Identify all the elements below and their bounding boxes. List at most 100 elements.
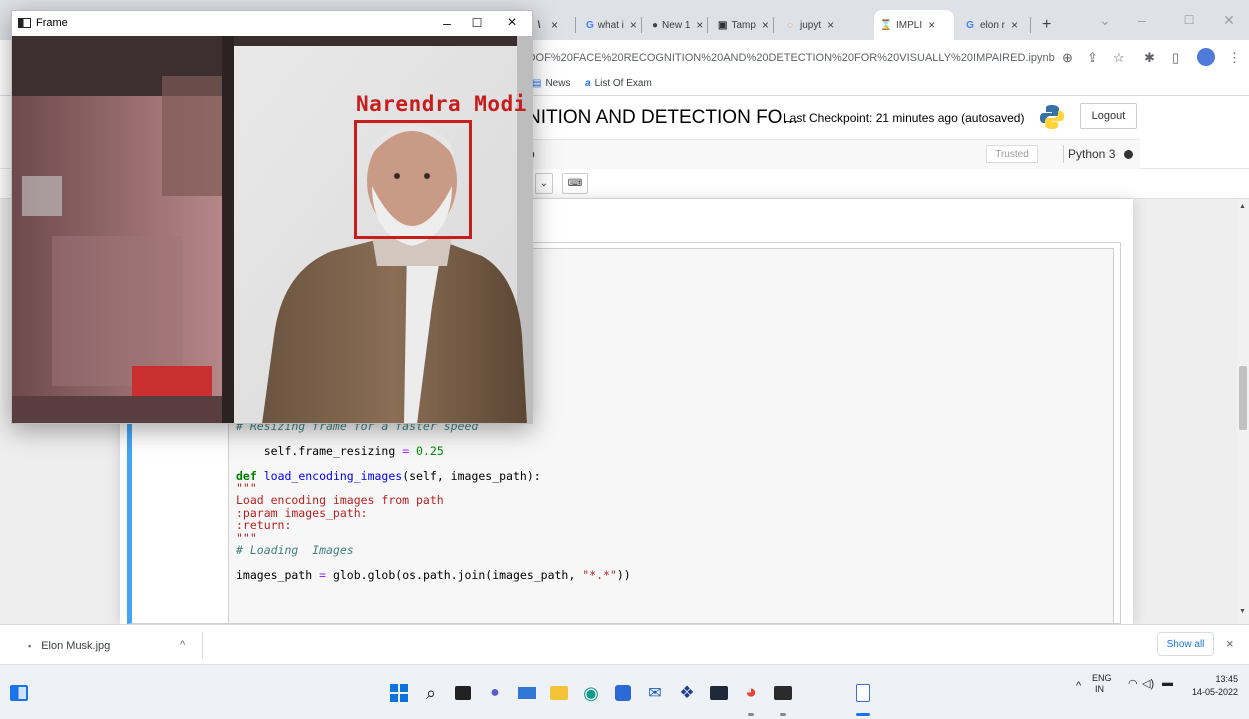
window-app-icon (18, 18, 31, 28)
chat-icon[interactable]: ● (484, 682, 506, 704)
bookmark-label: List Of Exam (594, 78, 652, 89)
widgets-icon[interactable] (8, 682, 30, 704)
task-view-icon[interactable] (452, 682, 474, 704)
code-line: self.frame_resizing = 0.25 (263, 443, 444, 458)
code-editor[interactable]: # Resizing frame for a faster speed self… (236, 420, 631, 581)
news-icon: ▤ (532, 78, 542, 89)
tab-separator (1030, 17, 1031, 33)
running-indicator (748, 713, 754, 716)
bookmark-list-of-exam[interactable]: a List Of Exam (585, 78, 652, 89)
store-icon[interactable] (612, 682, 634, 704)
tab-label: Tamp (731, 19, 756, 31)
extensions-icon[interactable]: ✱ (1144, 50, 1155, 66)
wifi-icon[interactable]: ◠ (1128, 677, 1138, 690)
browser-tab[interactable]: G what i × (580, 10, 640, 40)
kernel-name: Python 3 (1068, 147, 1116, 161)
face-recognition-label: Narendra Modi (356, 92, 527, 116)
windows-start-icon[interactable] (388, 682, 410, 704)
browser-minimize-button[interactable]: – (1127, 8, 1157, 32)
search-icon[interactable]: ⌕ (420, 682, 442, 704)
plus-icon: + (1042, 16, 1052, 33)
clock-time[interactable]: 13:45 (1198, 674, 1238, 684)
checkpoint-status: Last Checkpoint: 21 minutes ago (autosav… (783, 111, 1025, 125)
command-palette-button[interactable]: ⌨ (562, 173, 588, 194)
mail-icon[interactable]: ✉ (644, 682, 666, 704)
tab-label: jupyt (800, 19, 822, 31)
tab-close-icon[interactable]: × (696, 18, 703, 32)
tab-close-icon[interactable]: × (630, 18, 637, 32)
profile-avatar[interactable] (1197, 48, 1215, 66)
tab-close-icon[interactable]: × (762, 18, 769, 32)
browser-close-button[interactable]: ✕ (1214, 8, 1244, 32)
language-region: IN (1095, 684, 1104, 694)
browser-maximize-button[interactable]: ☐ (1174, 8, 1204, 32)
cmd-icon[interactable] (772, 682, 794, 704)
tab-label: elon r (980, 19, 1006, 31)
browser-tab[interactable]: ▣ Tamp × (712, 10, 772, 40)
google-icon: G (586, 19, 594, 31)
browser-tab[interactable]: G elon r × (958, 10, 1028, 40)
battery-icon[interactable]: ▬ (1162, 677, 1173, 689)
frame-maximize-button[interactable]: ☐ (462, 13, 492, 33)
chevron-down-icon: ⌄ (539, 178, 549, 189)
tab-separator (707, 17, 708, 33)
terminal-icon[interactable] (708, 682, 730, 704)
download-options-chevron-icon[interactable]: ^ (180, 639, 185, 651)
running-indicator (780, 713, 786, 716)
browser-tab-active[interactable]: ⌛ IMPLI × (874, 10, 954, 40)
tab-close-icon[interactable]: × (827, 18, 834, 32)
chrome-icon: ● (652, 19, 659, 31)
scroll-up-arrow-icon[interactable]: ▲ (1239, 203, 1246, 210)
browser-tab[interactable]: ◌ jupyt × (778, 10, 870, 40)
chrome-taskbar-icon[interactable]: ◕ (740, 682, 762, 704)
tray-overflow-chevron-icon[interactable]: ^ (1076, 680, 1081, 692)
browser-tab[interactable]: \ × (527, 10, 579, 40)
file-explorer-icon[interactable] (548, 682, 570, 704)
tab-favicon: \ (537, 19, 541, 31)
tab-separator (641, 17, 642, 33)
logout-button[interactable]: Logout (1080, 103, 1137, 129)
keyboard-icon: ⌨ (567, 178, 583, 189)
side-panel-icon[interactable]: ▯ (1172, 50, 1179, 66)
url-text[interactable]: OOF%20FACE%20RECOGNITION%20AND%20DETECTI… (527, 52, 1055, 64)
tab-label: IMPLI (896, 19, 923, 31)
volume-icon[interactable]: ◁) (1142, 677, 1154, 690)
face-detection-box (354, 120, 472, 239)
bookmark-news[interactable]: ▤ News (532, 78, 570, 89)
close-downloads-bar-icon[interactable]: × (1226, 636, 1234, 651)
edge-icon[interactable]: ◉ (580, 682, 602, 704)
kernel-separator (1063, 145, 1064, 163)
language-indicator[interactable]: ENG (1092, 673, 1112, 683)
frame-titlebar[interactable]: Frame – ☐ × (12, 11, 532, 36)
cell-type-dropdown[interactable]: ⌄ (535, 173, 553, 194)
tampermonkey-icon: ▣ (718, 19, 728, 31)
notebook-title[interactable]: NITION AND DETECTION FO... (527, 107, 798, 129)
notepad-icon[interactable] (852, 682, 874, 704)
tab-close-icon[interactable]: × (928, 18, 935, 32)
download-item[interactable]: ▪ Elon Musk.jpg (10, 632, 203, 659)
opencv-frame-window[interactable]: Frame – ☐ × Narendra Modi (11, 10, 533, 424)
browser-menu-icon[interactable]: ⋮ (1228, 50, 1241, 66)
frame-close-button[interactable]: × (497, 13, 527, 33)
tab-close-icon[interactable]: × (1011, 18, 1018, 32)
trusted-badge[interactable]: Trusted (986, 145, 1038, 163)
browser-tab[interactable]: ● New 1 × (646, 10, 706, 40)
tab-close-icon[interactable]: × (551, 18, 558, 32)
page-scrollbar-thumb[interactable] (1239, 366, 1247, 430)
new-tab-button[interactable]: + (1036, 10, 1058, 40)
frame-minimize-button[interactable]: – (432, 13, 462, 33)
star-icon[interactable]: ☆ (1113, 50, 1125, 66)
code-line: images_path = glob.glob(os.path.join(ima… (236, 567, 631, 582)
tab-search-icon[interactable]: ⌄ (1090, 8, 1120, 32)
tab-label: New 1 (662, 19, 691, 31)
exam-icon: a (585, 78, 591, 89)
scroll-down-arrow-icon[interactable]: ▼ (1239, 608, 1246, 615)
show-all-downloads-button[interactable]: Show all (1157, 632, 1214, 656)
zoom-icon[interactable]: ⊕ (1062, 50, 1073, 66)
kernel-status-indicator (1124, 150, 1133, 159)
jupyter-icon: ◌ (787, 19, 793, 31)
dropbox-icon[interactable]: ❖ (676, 682, 698, 704)
share-icon[interactable]: ⇪ (1087, 50, 1098, 66)
clock-date[interactable]: 14-05-2022 (1182, 687, 1238, 697)
desktop-app-icon[interactable] (516, 682, 538, 704)
